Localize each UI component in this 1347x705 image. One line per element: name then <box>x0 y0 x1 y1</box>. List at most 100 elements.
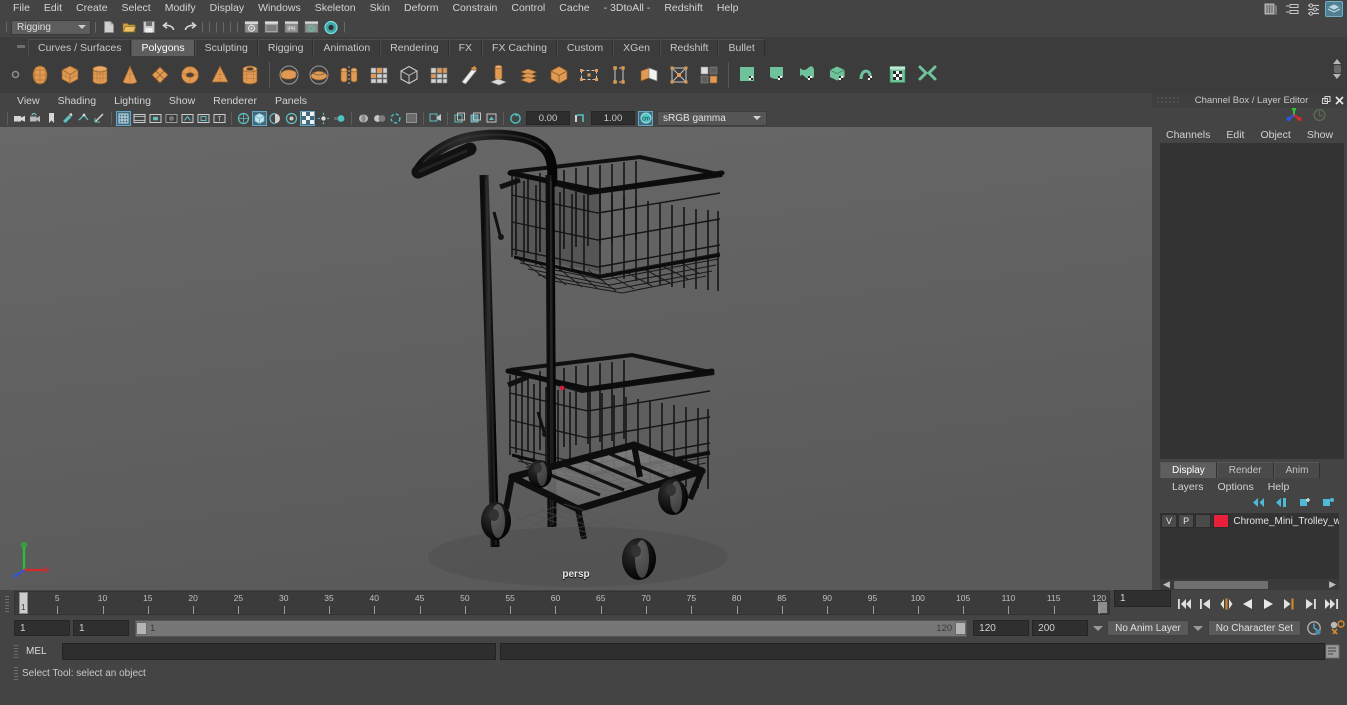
render-settings-icon[interactable] <box>302 19 320 36</box>
close-icon[interactable] <box>1334 96 1344 106</box>
viewport-menu-lighting[interactable]: Lighting <box>105 93 160 109</box>
grid-display-icon[interactable] <box>404 111 419 126</box>
shelf-tab-animation[interactable]: Animation <box>313 39 381 56</box>
command-language-label[interactable]: MEL <box>22 646 58 657</box>
auto-keyframe-icon[interactable] <box>1304 619 1324 637</box>
menu-edit[interactable]: Edit <box>37 0 69 17</box>
shelf-tab-sculpting[interactable]: Sculpting <box>194 39 258 56</box>
capture-icon[interactable] <box>484 111 499 126</box>
layer-scroll-thumb[interactable] <box>1174 580 1268 589</box>
poly-connect-icon[interactable] <box>605 60 633 90</box>
layer-list[interactable]: V P Chrome_Mini_Trolley_wit <box>1160 513 1339 579</box>
time-slider-cursor[interactable]: 1 <box>19 592 28 614</box>
poly-pyramid-icon[interactable] <box>206 60 234 90</box>
step-back-keyframe-icon[interactable] <box>1196 595 1215 613</box>
poly-merge-icon[interactable] <box>665 60 693 90</box>
animation-preferences-icon[interactable] <box>1327 619 1347 637</box>
render-view-icon[interactable] <box>1262 1 1280 17</box>
status-line-grip-5[interactable]: | <box>221 20 226 35</box>
layer-name[interactable]: Chrome_Mini_Trolley_wit <box>1233 516 1339 527</box>
render-sequence-icon[interactable] <box>262 19 280 36</box>
shelf-scroll-controls[interactable] <box>1333 59 1341 79</box>
step-forward-frame-icon[interactable] <box>1280 595 1299 613</box>
grease-pencil-icon[interactable] <box>468 111 483 126</box>
color-space-dropdown[interactable]: sRGB gamma <box>657 110 767 126</box>
poly-quadrangulate-icon[interactable] <box>695 60 723 90</box>
menu-display[interactable]: Display <box>203 0 251 17</box>
viewport-menu-show[interactable]: Show <box>160 93 204 109</box>
snapshot-icon[interactable] <box>452 111 467 126</box>
shelf-tab-polygons[interactable]: Polygons <box>131 39 195 56</box>
poly-mirror-icon[interactable] <box>335 60 363 90</box>
channel-box-icon[interactable] <box>1325 1 1343 17</box>
poly-combine-icon[interactable] <box>305 60 333 90</box>
shelf-tab-redshift[interactable]: Redshift <box>659 39 719 56</box>
range-slider-right-handle[interactable] <box>955 621 967 635</box>
exposure-field[interactable]: 0.00 <box>526 111 570 125</box>
poly-append-icon[interactable] <box>515 60 543 90</box>
viewport-menu-panels[interactable]: Panels <box>266 93 316 109</box>
isolate-select-icon[interactable] <box>388 111 403 126</box>
grid-icon[interactable] <box>116 110 131 126</box>
panel-drag-handle[interactable] <box>1156 96 1182 105</box>
render-current-frame-icon[interactable] <box>242 19 260 36</box>
undock-icon[interactable] <box>1321 96 1331 106</box>
current-frame-field[interactable]: 1 <box>1114 590 1171 607</box>
layer-tab-display[interactable]: Display <box>1160 462 1217 478</box>
poly-pipe-icon[interactable] <box>236 60 264 90</box>
uv-cylindrical-icon[interactable] <box>764 60 792 90</box>
layer-menu-layers[interactable]: Layers <box>1165 481 1211 493</box>
go-to-end-icon[interactable] <box>1322 595 1341 613</box>
poly-plane-icon[interactable] <box>146 60 174 90</box>
resolution-gate-icon[interactable] <box>148 111 163 126</box>
wireframe-icon[interactable] <box>236 111 251 126</box>
new-scene-icon[interactable] <box>100 19 118 36</box>
status-line-grip-1[interactable]: | <box>93 20 98 35</box>
xray-active-components-icon[interactable]: T <box>212 111 227 126</box>
smooth-shade-icon[interactable] <box>252 110 267 126</box>
channel-box-menu-edit[interactable]: Edit <box>1218 129 1252 141</box>
viewport-3d-canvas[interactable]: persp <box>0 127 1152 590</box>
menu-redshift[interactable]: Redshift <box>657 0 710 17</box>
xray-icon[interactable] <box>180 111 195 126</box>
display-toggle-icon[interactable] <box>76 111 91 126</box>
poly-multicut-icon[interactable] <box>425 60 453 90</box>
status-line-grip-6[interactable]: | <box>228 20 233 35</box>
poly-duplicate-face-icon[interactable] <box>575 60 603 90</box>
go-to-start-icon[interactable] <box>1175 595 1194 613</box>
animation-start-field[interactable]: 1 <box>14 620 70 636</box>
gamma-icon[interactable] <box>573 111 588 126</box>
shelf-tab-bullet[interactable]: Bullet <box>718 39 765 56</box>
attribute-editor-toggle-icon[interactable] <box>1312 108 1327 127</box>
status-line-grip-3[interactable]: | <box>207 20 212 35</box>
open-scene-icon[interactable] <box>120 19 138 36</box>
measure-icon[interactable] <box>92 111 107 126</box>
undo-icon[interactable] <box>160 19 178 36</box>
shelf-scroll-thumb[interactable] <box>1333 65 1341 73</box>
anim-layer-selector[interactable]: No Anim Layer <box>1107 620 1189 636</box>
use-all-lights-icon[interactable] <box>284 111 299 126</box>
shadows-icon[interactable] <box>300 110 315 126</box>
menu-constrain[interactable]: Constrain <box>445 0 504 17</box>
poly-cone-icon[interactable] <box>116 60 144 90</box>
move-layer-up-icon[interactable] <box>1252 495 1266 513</box>
smooth-shade-textured-icon[interactable] <box>268 111 283 126</box>
channel-box-menu-channels[interactable]: Channels <box>1158 129 1218 141</box>
range-end-field[interactable]: 120 <box>973 620 1030 636</box>
save-scene-icon[interactable] <box>140 19 158 36</box>
shelf-scroll-down-icon[interactable] <box>1333 74 1341 79</box>
menu-help[interactable]: Help <box>710 0 746 17</box>
gamma-field[interactable]: 1.00 <box>591 111 635 125</box>
scroll-left-icon[interactable]: ◀ <box>1163 579 1170 590</box>
menu-3dtoall[interactable]: - 3DtoAll - <box>597 0 658 17</box>
layer-row[interactable]: V P Chrome_Mini_Trolley_wit <box>1160 513 1339 529</box>
tool-settings-icon[interactable] <box>1304 1 1322 17</box>
character-set-dropdown-arrow[interactable] <box>1192 620 1205 636</box>
status-line-grip-2[interactable]: | <box>200 20 205 35</box>
motion-blur-icon[interactable] <box>332 111 347 126</box>
range-slider-left-handle[interactable] <box>136 621 147 635</box>
uv-contour-icon[interactable] <box>854 60 882 90</box>
poly-bridge-icon[interactable] <box>485 60 513 90</box>
poly-sphere-icon[interactable] <box>26 60 54 90</box>
uv-planar-icon[interactable] <box>734 60 762 90</box>
